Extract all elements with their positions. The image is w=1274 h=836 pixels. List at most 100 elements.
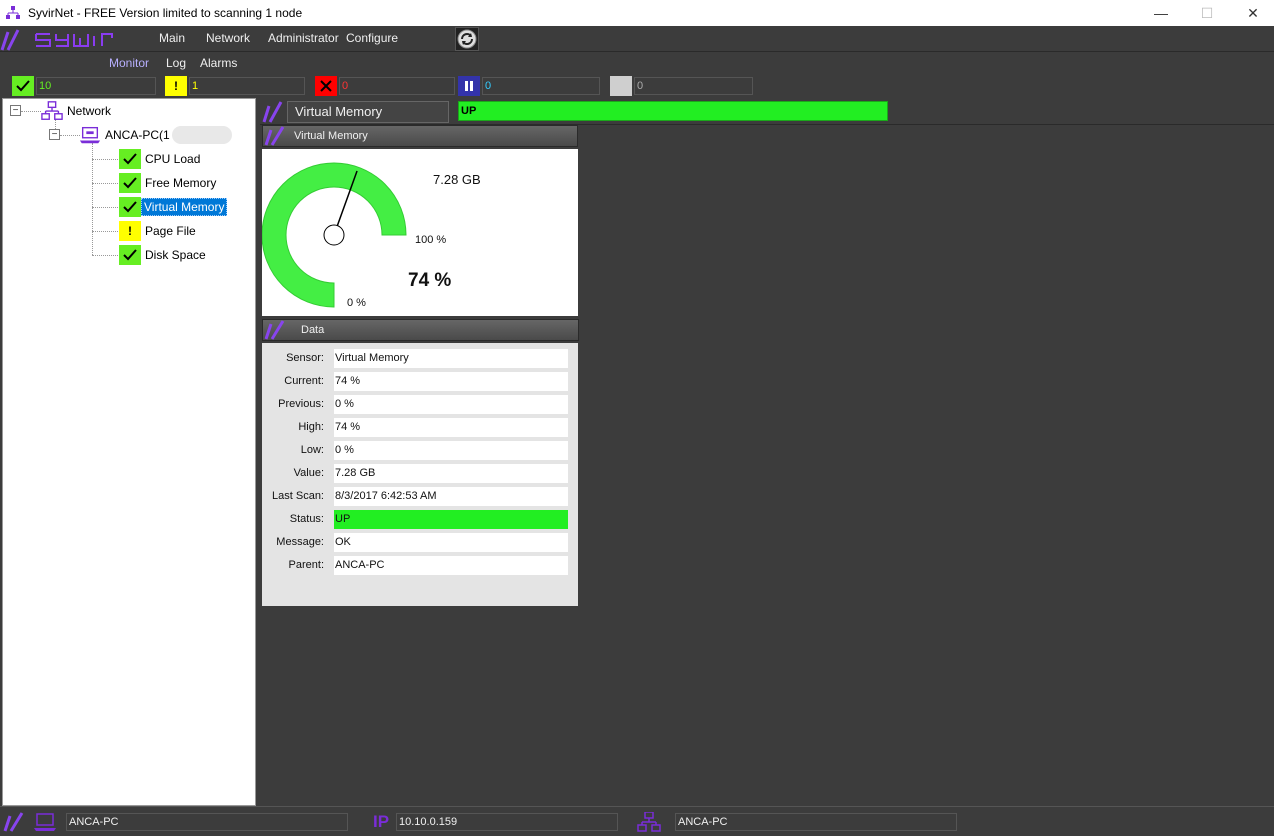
tree-collapse-network[interactable]: − <box>10 105 21 116</box>
maximize-button[interactable]: ☐ <box>1184 0 1230 26</box>
data-label: Status: <box>289 513 324 525</box>
data-label: Current: <box>284 375 324 387</box>
close-icon: ✕ <box>1247 4 1259 21</box>
menu-configure[interactable]: Configure <box>346 31 398 45</box>
tab-log[interactable]: Log <box>166 56 186 70</box>
menu-network[interactable]: Network <box>206 31 250 45</box>
data-panel-header: Data <box>262 319 579 341</box>
data-value: 8/3/2017 6:42:53 AM <box>334 487 568 506</box>
tree-sensor-disk-space[interactable]: Disk Space <box>119 245 206 265</box>
tree-label: ANCA-PC(1 <box>105 128 170 142</box>
check-icon <box>12 76 34 96</box>
gauge-percent: 74 % <box>408 270 452 291</box>
data-panel-title: Data <box>301 324 325 336</box>
data-label: High: <box>298 421 324 433</box>
sensor-name: Virtual Memory <box>287 101 449 123</box>
data-row-status: Status: UP <box>262 510 578 530</box>
syvir-v-icon <box>3 812 24 832</box>
tree-sensor-page-file[interactable]: ! Page File <box>119 221 196 241</box>
warning-icon: ! <box>119 221 141 241</box>
check-icon <box>119 197 141 217</box>
tab-alarms[interactable]: Alarms <box>200 56 237 70</box>
bottom-status-bar: ANCA-PC IP 10.10.0.159 ANCA-PC <box>0 806 1274 836</box>
tree-sensor-virtual-memory[interactable]: Virtual Memory <box>119 197 228 217</box>
menu-bar: Main Network Administrator Configure <box>0 26 1274 52</box>
paused-count-value: 0 <box>482 77 600 95</box>
warning-count[interactable]: ! 1 <box>165 76 305 96</box>
data-row-parent: Parent: ANCA-PC <box>262 556 578 576</box>
refresh-button[interactable] <box>455 27 479 51</box>
ok-count[interactable]: 10 <box>12 76 156 96</box>
paused-count[interactable]: 0 <box>458 76 600 96</box>
tree-label-selected: Virtual Memory <box>141 198 228 216</box>
data-value: Virtual Memory <box>334 349 568 368</box>
data-value: 74 % <box>334 372 568 391</box>
gauge-panel-header: Virtual Memory <box>262 125 578 147</box>
window-title: SyvirNet - FREE Version limited to scann… <box>28 6 303 20</box>
syvir-v-icon <box>264 126 285 146</box>
sensor-header: Virtual Memory UP <box>260 99 1274 125</box>
data-value: UP <box>334 510 568 529</box>
gauge-value: 7.28 GB <box>433 172 481 187</box>
data-value: OK <box>334 533 568 552</box>
gauge-panel-title: Virtual Memory <box>294 130 368 142</box>
data-value: 7.28 GB <box>334 464 568 483</box>
tree-label: Network <box>67 104 112 118</box>
sensor-status-bar: UP <box>458 101 888 121</box>
tree-node-anca-pc[interactable]: ANCA-PC(1 <box>79 125 232 145</box>
tree-label: Page File <box>145 224 196 238</box>
unknown-count-value: 0 <box>634 77 753 95</box>
error-count[interactable]: 0 <box>315 76 455 96</box>
title-bar: SyvirNet - FREE Version limited to scann… <box>0 0 1274 26</box>
data-value: ANCA-PC <box>334 556 568 575</box>
data-row-last-scan: Last Scan: 8/3/2017 6:42:53 AM <box>262 487 578 507</box>
tree-collapse-node[interactable]: − <box>49 129 60 140</box>
network-icon <box>41 101 63 121</box>
data-label: Previous: <box>278 398 324 410</box>
data-panel: Sensor: Virtual Memory Current: 74 % Previ… <box>262 343 578 606</box>
data-label: Parent: <box>288 559 324 571</box>
maximize-icon: ☐ <box>1200 4 1214 21</box>
sub-menu-bar: Monitor Log Alarms <box>0 52 1274 74</box>
tree-sensor-free-memory[interactable]: Free Memory <box>119 173 216 193</box>
data-label: Message: <box>276 536 324 548</box>
ip-field: 10.10.0.159 <box>396 813 618 831</box>
status-counts-bar: 10 ! 1 0 0 0 <box>0 74 1274 98</box>
gauge-min-label: 0 % <box>347 297 366 309</box>
gauge-max-label: 100 % <box>415 234 447 246</box>
check-icon <box>119 173 141 193</box>
tree-sensor-cpu-load[interactable]: CPU Load <box>119 149 200 169</box>
host-field: ANCA-PC <box>66 813 348 831</box>
data-label: Last Scan: <box>272 490 324 502</box>
menu-main[interactable]: Main <box>159 31 185 45</box>
minimize-icon: — <box>1154 5 1168 21</box>
data-row-current: Current: 74 % <box>262 372 578 392</box>
menu-administrator[interactable]: Administrator <box>268 31 339 45</box>
pause-icon <box>458 76 480 96</box>
refresh-icon <box>457 29 477 49</box>
warning-icon: ! <box>165 76 187 96</box>
data-value: 74 % <box>334 418 568 437</box>
tab-monitor[interactable]: Monitor <box>109 56 149 70</box>
tree-label: Disk Space <box>145 248 206 262</box>
data-row-sensor: Sensor: Virtual Memory <box>262 349 578 369</box>
data-row-previous: Previous: 0 % <box>262 395 578 415</box>
data-row-high: High: 74 % <box>262 418 578 438</box>
tree-node-network[interactable]: Network <box>41 101 111 121</box>
data-label: Low: <box>300 444 324 456</box>
network-tree: − Network − ANCA-PC(1 CPU Load Free Memo… <box>2 98 256 806</box>
data-row-low: Low: 0 % <box>262 441 578 461</box>
network-icon <box>636 811 662 833</box>
redacted-ip <box>171 126 232 144</box>
unknown-count[interactable]: 0 <box>610 76 753 96</box>
app-network-icon <box>6 6 20 19</box>
laptop-icon <box>79 125 101 145</box>
check-icon <box>119 149 141 169</box>
tree-label: CPU Load <box>145 152 201 166</box>
error-count-value: 0 <box>339 77 455 95</box>
laptop-icon <box>32 811 58 833</box>
warning-count-value: 1 <box>189 77 305 95</box>
minimize-button[interactable]: — <box>1138 0 1184 26</box>
close-button[interactable]: ✕ <box>1230 0 1274 26</box>
syvir-v-icon <box>262 101 283 123</box>
